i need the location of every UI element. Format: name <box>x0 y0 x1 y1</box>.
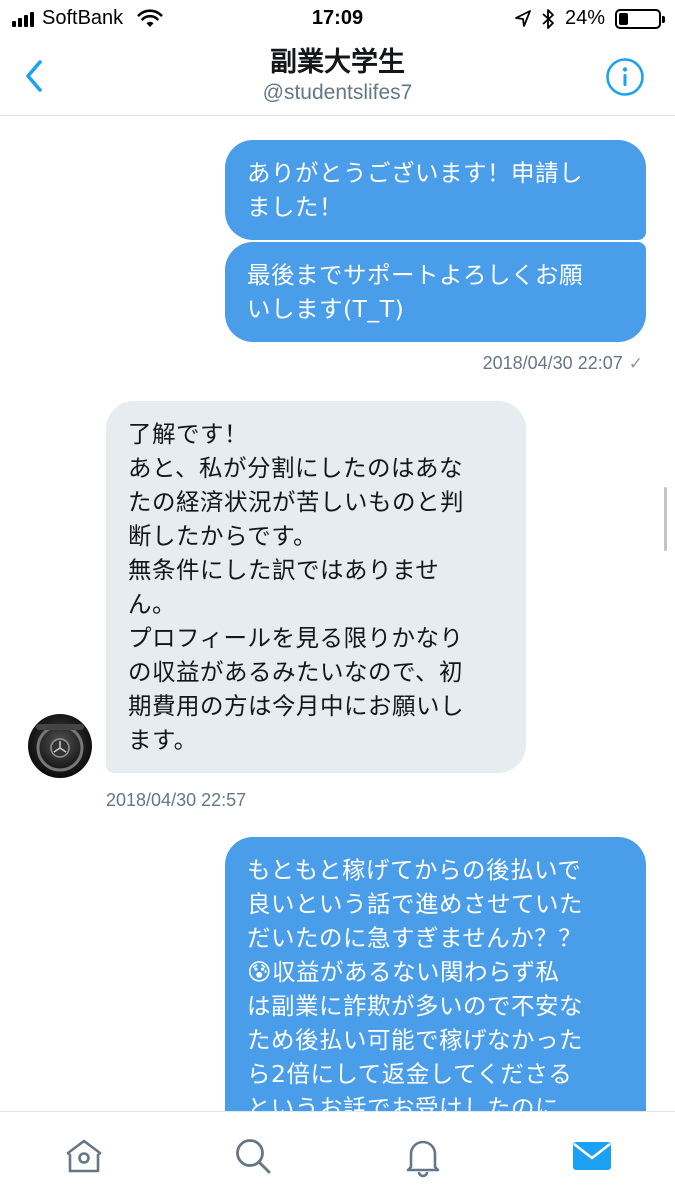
message-bubble-sent[interactable]: もともと稼げてからの後払いで 良いという話で進めさせていた だいたのに急すぎませ… <box>225 837 646 1111</box>
message-line: 無条件にした訳ではありませ <box>128 556 440 584</box>
battery-percent: 24% <box>564 7 605 29</box>
conversation-title: 副業大学生 <box>270 47 405 78</box>
search-icon[interactable] <box>231 1134 275 1178</box>
battery-icon <box>615 8 665 29</box>
message-line: 断したからです。 <box>128 522 317 550</box>
bell-icon[interactable] <box>401 1134 445 1178</box>
message-line: ありがとうございます！申請し <box>247 159 583 187</box>
steering-wheel-icon <box>36 724 84 772</box>
message-timestamp: 2018/04/30 22:07 ✓ <box>483 353 643 374</box>
message-line: ました！ <box>247 193 343 221</box>
conversation-title-block[interactable]: 副業大学生 @studentslifes7 <box>0 46 675 106</box>
message-bubble-sent[interactable]: 最後までサポートよろしくお願 いします(T_T) <box>225 242 646 342</box>
bluetooth-icon <box>542 8 554 29</box>
message-thread[interactable]: ありがとうございます！申請し ました！ 最後までサポートよろしくお願 いします(… <box>0 117 675 1111</box>
message-line: だいたのに急すぎませんか？？ <box>247 924 583 952</box>
status-bar: SoftBank 17:09 24% <box>0 0 675 38</box>
home-icon[interactable] <box>62 1134 106 1178</box>
message-line: いします(T_T) <box>247 295 405 323</box>
message-line: ら2倍にして返金してくださる <box>247 1060 573 1088</box>
message-line: あと、私が分割にしたのはあな <box>128 454 464 482</box>
timestamp-text: 2018/04/30 22:07 <box>482 353 623 373</box>
message-line: は副業に詐欺が多いので不安な <box>247 992 583 1020</box>
mail-icon[interactable] <box>570 1134 614 1178</box>
message-line: ます。 <box>128 726 198 754</box>
message-line: の収益があるみたいなので、初 <box>128 658 464 686</box>
message-line: 了解です！ <box>128 420 248 448</box>
message-line: ため後払い可能で稼げなかった <box>247 1026 583 1054</box>
message-bubble-sent[interactable]: ありがとうございます！申請し ました！ <box>225 140 646 240</box>
conversation-handle: @studentslifes7 <box>262 81 413 104</box>
message-bubble-received[interactable]: 了解です！ あと、私が分割にしたのはあな たの経済状況が苦しいものと判 断したか… <box>106 401 526 773</box>
scroll-indicator[interactable] <box>664 487 667 551</box>
bottom-tab-bar <box>0 1111 675 1200</box>
status-bar-right: 24% <box>515 7 665 30</box>
info-icon[interactable] <box>605 57 645 97</box>
message-line: たの経済状況が苦しいものと判 <box>128 488 464 516</box>
message-line: プロフィールを見る限りかなり <box>128 624 464 652</box>
message-line: もともと稼げてからの後払いで <box>247 856 582 884</box>
message-timestamp: 2018/04/30 22:57 <box>106 790 247 810</box>
message-line: ん。 <box>128 590 176 618</box>
message-line: 😰収益があるない関わらず私 <box>247 958 560 986</box>
battery-level <box>619 12 629 25</box>
message-line: 良いという話で進めさせていた <box>247 890 583 918</box>
location-arrow-icon <box>515 9 531 27</box>
message-line: というお話でお受けしたのに <box>247 1094 559 1111</box>
conversation-header: 副業大学生 @studentslifes7 <box>0 38 675 116</box>
avatar[interactable] <box>28 714 92 778</box>
checkmark-icon: ✓ <box>628 354 643 373</box>
message-line: 最後までサポートよろしくお願 <box>247 261 583 289</box>
message-line: 期費用の方は今月中にお願いし <box>128 692 464 720</box>
